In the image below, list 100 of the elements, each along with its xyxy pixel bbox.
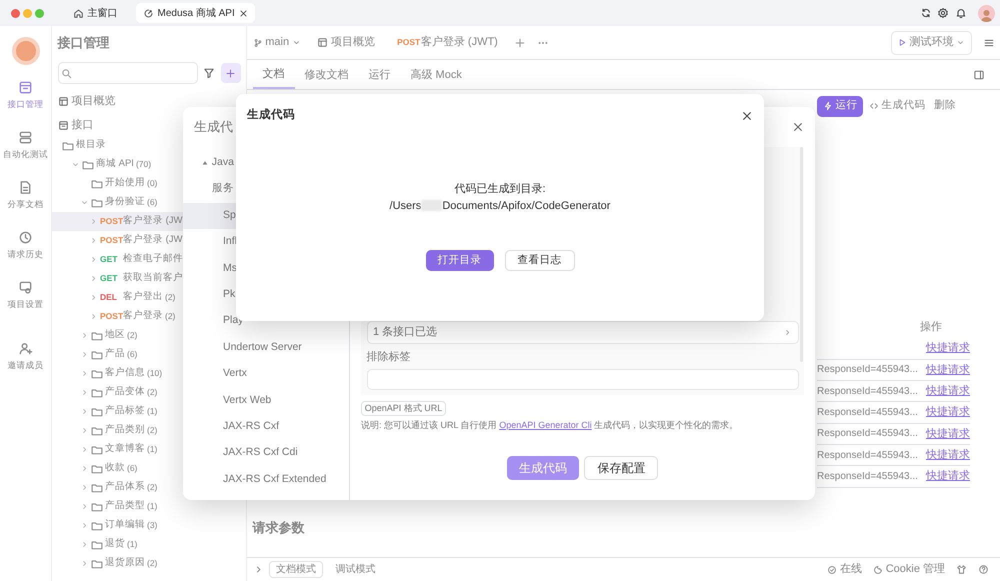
settings-icon[interactable] bbox=[937, 7, 949, 19]
generator-link[interactable]: OpenAPI Generator Cli bbox=[499, 420, 592, 430]
item-count: (2) bbox=[127, 329, 138, 342]
group-label: 服务 bbox=[211, 181, 235, 196]
api-icon bbox=[18, 80, 33, 96]
tree-item[interactable]: 产品类型 (1) bbox=[52, 497, 246, 516]
folder-icon bbox=[91, 368, 103, 380]
refresh-icon[interactable] bbox=[920, 7, 932, 19]
search-field[interactable] bbox=[58, 62, 198, 84]
item-count: (0) bbox=[147, 177, 158, 190]
dialog-button[interactable]: 保存配置 bbox=[584, 456, 658, 480]
tree-item-label: 客户信息 bbox=[105, 366, 145, 380]
folder-icon bbox=[91, 386, 103, 398]
tree-item[interactable]: 退货 (1) bbox=[52, 535, 246, 554]
rail-item[interactable]: 分享文档 bbox=[0, 170, 52, 220]
add-button[interactable] bbox=[220, 63, 240, 83]
method-label: GET bbox=[100, 272, 118, 285]
method-label: POST bbox=[397, 37, 418, 49]
overview-icon bbox=[58, 96, 68, 106]
window-control-dot[interactable] bbox=[11, 8, 20, 18]
framework-item[interactable]: Vertx bbox=[183, 360, 349, 388]
bell-icon[interactable] bbox=[954, 7, 966, 19]
method-label: POST bbox=[100, 216, 121, 228]
docs-icon bbox=[18, 180, 33, 196]
quick-request-link[interactable]: 快捷请求 bbox=[926, 340, 970, 357]
window-tab[interactable]: Medusa 商城 API bbox=[136, 3, 255, 23]
shirt-icon[interactable] bbox=[956, 564, 967, 575]
folder-icon bbox=[91, 538, 103, 550]
table-cell-text: ResponseId=455943... bbox=[817, 406, 919, 420]
folder-icon bbox=[91, 558, 103, 570]
tag-input-field[interactable] bbox=[366, 368, 798, 390]
avatar[interactable] bbox=[978, 4, 994, 22]
tree-item-label: 开始使用 bbox=[105, 176, 145, 190]
environment-selector[interactable]: 测试环境 bbox=[891, 30, 972, 54]
folder-icon bbox=[82, 158, 94, 170]
quick-request-link[interactable]: 快捷请求 bbox=[926, 382, 970, 400]
quick-request-link[interactable]: 快捷请求 bbox=[926, 426, 970, 442]
content-tab[interactable]: 修改文档 bbox=[294, 61, 358, 89]
table-cell-text: ResponseId=455943... bbox=[817, 384, 919, 399]
close-icon[interactable] bbox=[238, 8, 248, 18]
quick-request-link[interactable]: 快捷请求 bbox=[926, 362, 970, 378]
action-button[interactable]: 生成代码 bbox=[866, 98, 928, 114]
quick-request-link[interactable]: 快捷请求 bbox=[926, 468, 970, 485]
test-icon bbox=[18, 130, 33, 146]
content-tab[interactable]: 高级 Mock bbox=[400, 61, 472, 89]
framework-item[interactable]: Pk bbox=[183, 282, 349, 308]
tree-item-label: 订单编辑 bbox=[105, 518, 145, 532]
help-icon[interactable] bbox=[978, 564, 989, 575]
tree-item[interactable]: 订单编辑 (3) bbox=[52, 516, 246, 535]
tree-item[interactable]: 退货原因 (2) bbox=[52, 554, 246, 573]
tree-item-label: 商城 API bbox=[96, 157, 134, 172]
rail-item[interactable]: 自动化测试 bbox=[0, 120, 52, 170]
tree-item-label: 身份验证 bbox=[105, 195, 145, 210]
framework-item[interactable]: JAX-RS Cxf Cdi bbox=[183, 440, 349, 466]
tree-item-label: 产品类别 bbox=[105, 423, 145, 438]
settings-icon bbox=[18, 280, 33, 296]
dialog-button[interactable]: 打开目录 bbox=[426, 250, 494, 271]
dialog-button[interactable]: 查看日志 bbox=[504, 250, 574, 271]
window-control-dot[interactable] bbox=[34, 8, 44, 18]
window-tab[interactable]: 主窗口 bbox=[66, 3, 124, 23]
dialog-title: 生成代码 bbox=[247, 107, 295, 124]
content-tab[interactable]: 运行 bbox=[358, 61, 400, 89]
quick-request-link[interactable]: 快捷请求 bbox=[926, 446, 970, 464]
framework-item[interactable]: Vertx Web bbox=[183, 387, 349, 414]
close-icon[interactable] bbox=[792, 121, 804, 133]
quick-request-link[interactable]: 快捷请求 bbox=[926, 404, 970, 421]
dialog-title: 生成代 bbox=[194, 118, 233, 136]
rail-item[interactable]: 请求历史 bbox=[0, 220, 52, 270]
action-button[interactable]: 删除 bbox=[931, 98, 959, 114]
framework-item[interactable]: JAX-RS Cxf Extended bbox=[183, 466, 349, 493]
mode-tab[interactable]: 文档模式 bbox=[269, 561, 323, 578]
status-item[interactable]: 在线 bbox=[827, 561, 862, 578]
mode-tab[interactable]: 调试模式 bbox=[328, 561, 382, 578]
panel-toggle-icon[interactable] bbox=[972, 69, 984, 81]
document-tab[interactable]: POST客户登录 (JWT) bbox=[392, 28, 504, 58]
table-cell-text: ResponseId=455943... bbox=[817, 448, 919, 463]
rail-item[interactable]: 项目设置 bbox=[0, 270, 52, 320]
status-item[interactable]: Cookie 管理 bbox=[872, 561, 945, 578]
framework-item[interactable]: JAX-RS Cxf bbox=[183, 414, 349, 440]
branch-selector[interactable]: main bbox=[252, 34, 301, 51]
method-label: POST bbox=[100, 311, 121, 323]
column-header: 操作 bbox=[920, 320, 943, 336]
document-tab[interactable]: 项目概览 bbox=[312, 28, 381, 58]
tree-item-label: 产品变体 bbox=[105, 385, 145, 400]
api-selector[interactable]: 1 条接口已选 bbox=[366, 320, 798, 344]
tree-item-label: 客户登出 bbox=[123, 290, 163, 304]
content-tab[interactable]: 文档 bbox=[252, 61, 294, 89]
path-text: Documents/Apifox/CodeGenerator bbox=[442, 198, 610, 214]
add-tab-icon[interactable] bbox=[514, 36, 526, 48]
close-icon[interactable] bbox=[741, 110, 753, 122]
dialog-button[interactable]: 生成代码 bbox=[506, 456, 579, 480]
item-count: (2) bbox=[147, 386, 158, 399]
filter-icon[interactable] bbox=[203, 67, 215, 79]
framework-item[interactable]: Undertow Server bbox=[183, 334, 349, 361]
action-button[interactable]: 运行 bbox=[817, 96, 863, 116]
sidebar-nav-item[interactable]: 项目概览 bbox=[52, 90, 246, 112]
rail-item[interactable]: 接口管理 bbox=[0, 70, 52, 120]
framework-item[interactable]: Ms bbox=[183, 255, 349, 282]
rail-item[interactable]: 邀请成员 bbox=[0, 332, 52, 382]
window-control-dot[interactable] bbox=[22, 8, 32, 18]
